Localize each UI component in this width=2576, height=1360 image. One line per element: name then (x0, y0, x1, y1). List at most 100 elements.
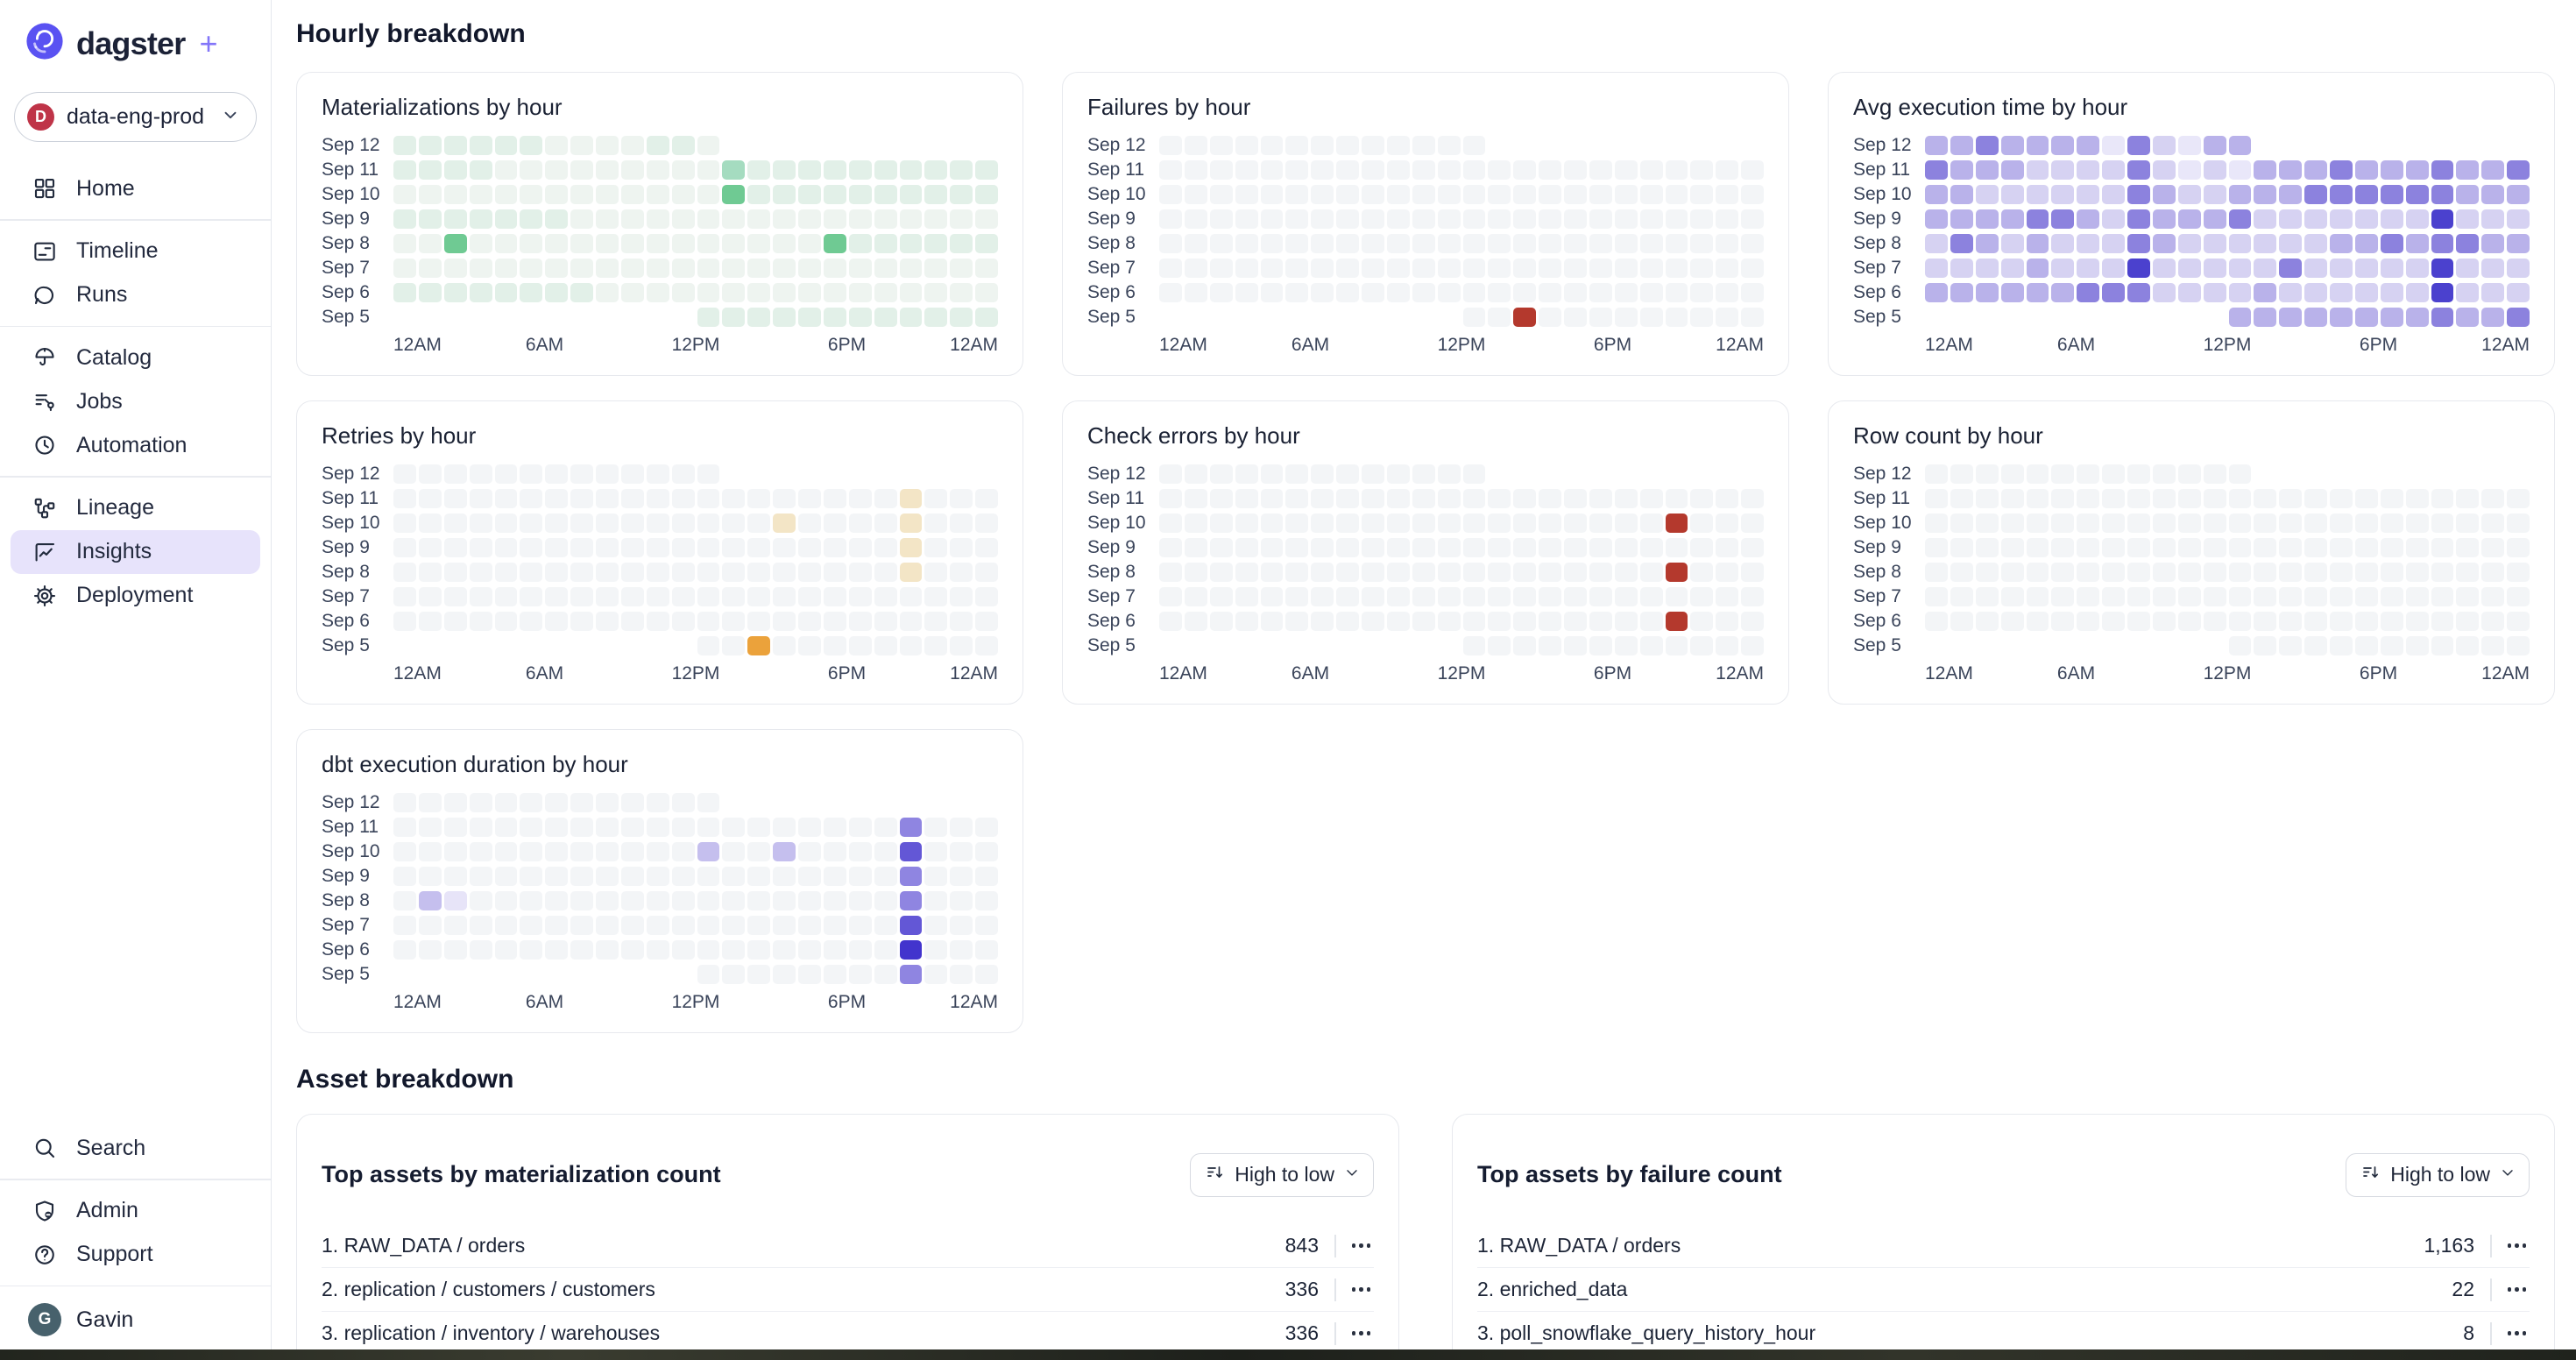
heatmap-cell[interactable] (1690, 209, 1713, 229)
heatmap-cell[interactable] (2229, 514, 2252, 533)
heatmap-cell[interactable] (975, 891, 998, 910)
heatmap-cell[interactable] (2381, 209, 2403, 229)
heatmap-cell[interactable] (924, 612, 947, 631)
heatmap-cell[interactable] (2178, 538, 2201, 557)
heatmap-cell[interactable] (1589, 185, 1612, 204)
heatmap-cell[interactable] (1412, 464, 1435, 484)
heatmap-cell[interactable] (773, 514, 796, 533)
heatmap-cell[interactable] (2406, 160, 2429, 180)
heatmap-cell[interactable] (2001, 209, 2024, 229)
heatmap-cell[interactable] (2204, 612, 2226, 631)
heatmap-cell[interactable] (747, 965, 770, 984)
heatmap-cell[interactable] (2077, 612, 2099, 631)
heatmap-cell[interactable] (950, 940, 973, 960)
heatmap-cell[interactable] (1976, 209, 1999, 229)
heatmap-cell[interactable] (2127, 209, 2150, 229)
heatmap-cell[interactable] (2355, 234, 2378, 253)
heatmap-cell[interactable] (2027, 234, 2049, 253)
heatmap-cell[interactable] (2381, 514, 2403, 533)
heatmap-cell[interactable] (1741, 160, 1764, 180)
heatmap-cell[interactable] (393, 940, 416, 960)
heatmap-cell[interactable] (1716, 160, 1738, 180)
heatmap-cell[interactable] (1539, 538, 1561, 557)
heatmap-cell[interactable] (1311, 259, 1334, 278)
heatmap-cell[interactable] (2381, 636, 2403, 655)
heatmap-cell[interactable] (1925, 185, 1948, 204)
heatmap-cell[interactable] (874, 283, 897, 302)
heatmap-cell[interactable] (1925, 136, 1948, 155)
heatmap-cell[interactable] (2153, 209, 2176, 229)
heatmap-cell[interactable] (444, 209, 467, 229)
heatmap-cell[interactable] (1741, 185, 1764, 204)
heatmap-cell[interactable] (747, 916, 770, 935)
heatmap-cell[interactable] (570, 538, 593, 557)
heatmap-cell[interactable] (1387, 612, 1410, 631)
heatmap-cell[interactable] (1210, 185, 1233, 204)
heatmap-cell[interactable] (1285, 209, 1308, 229)
heatmap-cell[interactable] (2330, 563, 2353, 582)
heatmap-cell[interactable] (393, 563, 416, 582)
heatmap-cell[interactable] (824, 538, 846, 557)
heatmap-cell[interactable] (470, 891, 492, 910)
heatmap-cell[interactable] (1925, 259, 1948, 278)
heatmap-cell[interactable] (1950, 185, 1973, 204)
heatmap-cell[interactable] (393, 136, 416, 155)
heatmap-cell[interactable] (444, 514, 467, 533)
heatmap-cell[interactable] (1488, 160, 1511, 180)
heatmap-cell[interactable] (393, 793, 416, 812)
heatmap-cell[interactable] (824, 234, 846, 253)
heatmap-cell[interactable] (950, 842, 973, 861)
heatmap-cell[interactable] (1589, 489, 1612, 508)
heatmap-cell[interactable] (975, 587, 998, 606)
heatmap-cell[interactable] (2102, 587, 2125, 606)
heatmap-cell[interactable] (874, 308, 897, 327)
heatmap-cell[interactable] (2127, 612, 2150, 631)
heatmap-cell[interactable] (2304, 209, 2327, 229)
heatmap-cell[interactable] (1716, 308, 1738, 327)
heatmap-cell[interactable] (2229, 563, 2252, 582)
heatmap-cell[interactable] (2279, 308, 2302, 327)
heatmap-cell[interactable] (2304, 234, 2327, 253)
heatmap-cell[interactable] (672, 185, 695, 204)
heatmap-cell[interactable] (950, 587, 973, 606)
heatmap-cell[interactable] (1589, 283, 1612, 302)
heatmap-cell[interactable] (975, 185, 998, 204)
heatmap-cell[interactable] (924, 842, 947, 861)
heatmap-cell[interactable] (849, 587, 872, 606)
heatmap-cell[interactable] (672, 136, 695, 155)
heatmap-cell[interactable] (1488, 209, 1511, 229)
heatmap-cell[interactable] (1412, 259, 1435, 278)
heatmap-cell[interactable] (444, 891, 467, 910)
deployment-selector[interactable]: D data-eng-prod (14, 92, 257, 142)
heatmap-cell[interactable] (747, 185, 770, 204)
sort-dropdown[interactable]: High to low (1190, 1153, 1374, 1197)
heatmap-cell[interactable] (2178, 209, 2201, 229)
heatmap-cell[interactable] (1463, 209, 1486, 229)
heatmap-cell[interactable] (2507, 489, 2530, 508)
heatmap-cell[interactable] (824, 965, 846, 984)
heatmap-cell[interactable] (2254, 185, 2276, 204)
heatmap-cell[interactable] (495, 283, 518, 302)
heatmap-cell[interactable] (2102, 259, 2125, 278)
heatmap-cell[interactable] (747, 818, 770, 837)
heatmap-cell[interactable] (950, 636, 973, 655)
heatmap-cell[interactable] (495, 867, 518, 886)
heatmap-cell[interactable] (1950, 283, 1973, 302)
heatmap-cell[interactable] (1564, 308, 1587, 327)
heatmap-cell[interactable] (2027, 563, 2049, 582)
heatmap-cell[interactable] (672, 209, 695, 229)
heatmap-cell[interactable] (950, 489, 973, 508)
heatmap-cell[interactable] (900, 234, 923, 253)
heatmap-cell[interactable] (1741, 283, 1764, 302)
heatmap-cell[interactable] (1640, 259, 1663, 278)
heatmap-cell[interactable] (2279, 612, 2302, 631)
heatmap-cell[interactable] (545, 185, 568, 204)
heatmap-cell[interactable] (1539, 489, 1561, 508)
heatmap-cell[interactable] (545, 283, 568, 302)
heatmap-cell[interactable] (2051, 136, 2074, 155)
heatmap-cell[interactable] (975, 867, 998, 886)
heatmap-cell[interactable] (2001, 234, 2024, 253)
heatmap-cell[interactable] (647, 185, 669, 204)
heatmap-cell[interactable] (2406, 587, 2429, 606)
heatmap-cell[interactable] (773, 489, 796, 508)
